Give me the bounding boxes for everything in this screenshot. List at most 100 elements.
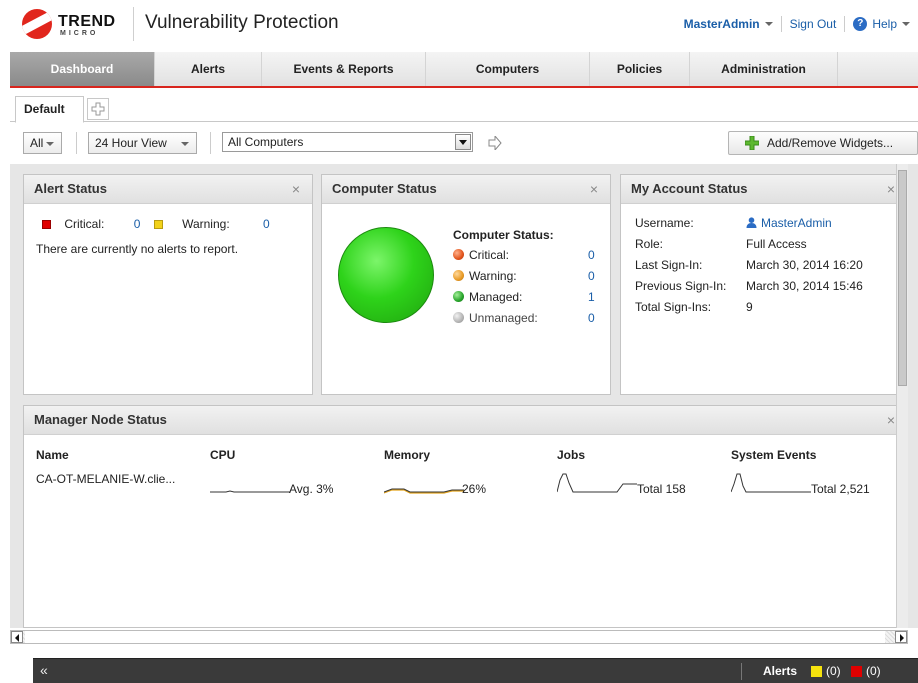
tab-policies[interactable]: Policies bbox=[590, 52, 690, 86]
critical-square-icon bbox=[851, 666, 862, 677]
sign-out-link[interactable]: Sign Out bbox=[790, 17, 837, 31]
status-count[interactable]: 1 bbox=[588, 290, 595, 304]
chevron-down-icon bbox=[181, 142, 189, 146]
jobs-sparkline bbox=[557, 473, 637, 493]
account-rows: Username: MasterAdmin Role: Full Access … bbox=[635, 216, 895, 321]
help-menu[interactable]: Help bbox=[872, 17, 897, 31]
close-icon[interactable]: × bbox=[887, 406, 895, 434]
brand-name: TREND bbox=[58, 13, 116, 30]
username-link[interactable]: MasterAdmin bbox=[746, 216, 832, 230]
column-header-name: Name bbox=[36, 448, 69, 462]
chevron-down-icon[interactable] bbox=[902, 22, 910, 26]
time-view-select[interactable]: 24 Hour View bbox=[88, 132, 197, 154]
widget-header: Computer Status × bbox=[322, 175, 610, 204]
status-label: Warning: bbox=[469, 269, 517, 283]
add-widget-icon bbox=[745, 136, 759, 150]
list-item: Warning: 0 bbox=[453, 269, 603, 290]
memory-value: 26% bbox=[462, 482, 487, 496]
app-title: Vulnerability Protection bbox=[145, 12, 339, 33]
close-icon[interactable]: × bbox=[292, 175, 300, 203]
column-header-memory: Memory bbox=[384, 448, 431, 462]
memory-sparkline bbox=[384, 488, 464, 494]
close-icon[interactable]: × bbox=[887, 175, 895, 203]
cpu-value: Avg. 3% bbox=[289, 482, 334, 496]
alert-bar: « Alerts (0) (0) bbox=[33, 658, 918, 683]
warning-alert-count[interactable]: (0) bbox=[826, 664, 841, 678]
widget-title: Manager Node Status bbox=[34, 412, 167, 427]
add-remove-widgets-button[interactable]: Add/Remove Widgets... bbox=[728, 131, 918, 155]
list-item: Unmanaged: 0 bbox=[453, 311, 603, 332]
user-menu[interactable]: MasterAdmin bbox=[684, 17, 760, 31]
column-header-system-events: System Events bbox=[731, 448, 817, 462]
row-value: 9 bbox=[746, 300, 753, 314]
status-count[interactable]: 0 bbox=[588, 248, 595, 262]
status-label: Unmanaged: bbox=[469, 311, 538, 325]
divider bbox=[844, 16, 846, 32]
list-item: Critical: 0 bbox=[453, 248, 603, 269]
computer-status-indicator[interactable] bbox=[338, 227, 434, 323]
critical-square-icon bbox=[42, 220, 51, 229]
account-status-widget: My Account Status × Username: MasterAdmi… bbox=[620, 174, 908, 395]
widget-title: Computer Status bbox=[332, 181, 437, 196]
warning-label: Warning: bbox=[182, 217, 230, 231]
divider bbox=[76, 132, 77, 154]
divider bbox=[780, 16, 782, 32]
column-header-jobs: Jobs bbox=[557, 448, 586, 462]
scroll-thumb[interactable] bbox=[898, 170, 907, 386]
computers-select-value: All Computers bbox=[228, 135, 304, 149]
tab-administration[interactable]: Administration bbox=[690, 52, 838, 86]
user-area: MasterAdmin Sign Out ? Help bbox=[684, 16, 910, 32]
chevron-down-icon[interactable] bbox=[764, 22, 773, 26]
scroll-right-icon[interactable] bbox=[895, 631, 907, 643]
brand-sub: MICRO bbox=[60, 30, 99, 37]
go-arrow-icon[interactable] bbox=[488, 136, 502, 150]
dropdown-arrow-icon[interactable] bbox=[455, 134, 471, 150]
dashboard-toolbar: All 24 Hour View All Computers Add/Remov… bbox=[10, 123, 918, 163]
help-icon[interactable]: ? bbox=[853, 17, 868, 31]
warning-count[interactable]: 0 bbox=[263, 217, 270, 231]
main-nav: Dashboard Alerts Events & Reports Comput… bbox=[10, 52, 918, 88]
list-item: Managed: 1 bbox=[453, 290, 603, 311]
critical-alert-count[interactable]: (0) bbox=[866, 664, 881, 678]
tab-alerts[interactable]: Alerts bbox=[155, 52, 262, 86]
computer-status-widget: Computer Status × Computer Status: Criti… bbox=[321, 174, 611, 395]
alert-status-widget: Alert Status × Critical: 0 Warning: 0 Th… bbox=[23, 174, 313, 395]
row-value: Full Access bbox=[746, 237, 807, 251]
tab-events-reports[interactable]: Events & Reports bbox=[262, 52, 426, 86]
tab-computers[interactable]: Computers bbox=[426, 52, 590, 86]
account-row-total-sign-ins: Total Sign-Ins: 9 bbox=[635, 300, 895, 321]
add-tab-button[interactable] bbox=[87, 98, 109, 120]
managed-status-icon bbox=[453, 291, 464, 302]
filter-select[interactable]: All bbox=[23, 132, 62, 154]
row-label: Total Sign-Ins: bbox=[635, 300, 712, 314]
node-name[interactable]: CA-OT-MELANIE-W.clie... bbox=[36, 472, 175, 486]
alert-counts: Critical: 0 Warning: 0 bbox=[42, 217, 270, 231]
close-icon[interactable]: × bbox=[590, 175, 598, 203]
horizontal-scrollbar[interactable] bbox=[10, 630, 908, 644]
time-view-value: 24 Hour View bbox=[95, 136, 167, 150]
dashboard-tab-default[interactable]: Default bbox=[15, 96, 84, 123]
manager-node-widget: Manager Node Status × Name CPU Memory Jo… bbox=[23, 405, 908, 628]
row-label: Previous Sign-In: bbox=[635, 279, 727, 293]
status-label: Critical: bbox=[469, 248, 510, 262]
dashboard-tab-strip: Default bbox=[10, 96, 918, 123]
trend-micro-logo-icon bbox=[22, 9, 52, 39]
row-label: Role: bbox=[635, 237, 664, 251]
status-count[interactable]: 0 bbox=[588, 311, 595, 325]
row-value: March 30, 2014 16:20 bbox=[746, 258, 863, 272]
scroll-left-icon[interactable] bbox=[11, 631, 23, 643]
computers-select[interactable]: All Computers bbox=[222, 132, 473, 152]
vertical-scrollbar[interactable] bbox=[896, 164, 908, 628]
tab-dashboard[interactable]: Dashboard bbox=[10, 52, 155, 86]
status-count[interactable]: 0 bbox=[588, 269, 595, 283]
critical-count[interactable]: 0 bbox=[134, 217, 141, 231]
dashboard-area: Alert Status × Critical: 0 Warning: 0 Th… bbox=[10, 164, 918, 628]
computer-status-heading: Computer Status: bbox=[453, 228, 554, 242]
user-icon bbox=[746, 217, 757, 228]
critical-status-icon bbox=[453, 249, 464, 260]
widget-title: Alert Status bbox=[34, 181, 107, 196]
computer-status-list: Critical: 0 Warning: 0 Managed: 1 Unmana… bbox=[453, 248, 603, 332]
scroll-thumb[interactable] bbox=[25, 631, 885, 643]
alert-bar-label[interactable]: Alerts bbox=[763, 664, 797, 678]
collapse-icon[interactable]: « bbox=[40, 662, 48, 678]
